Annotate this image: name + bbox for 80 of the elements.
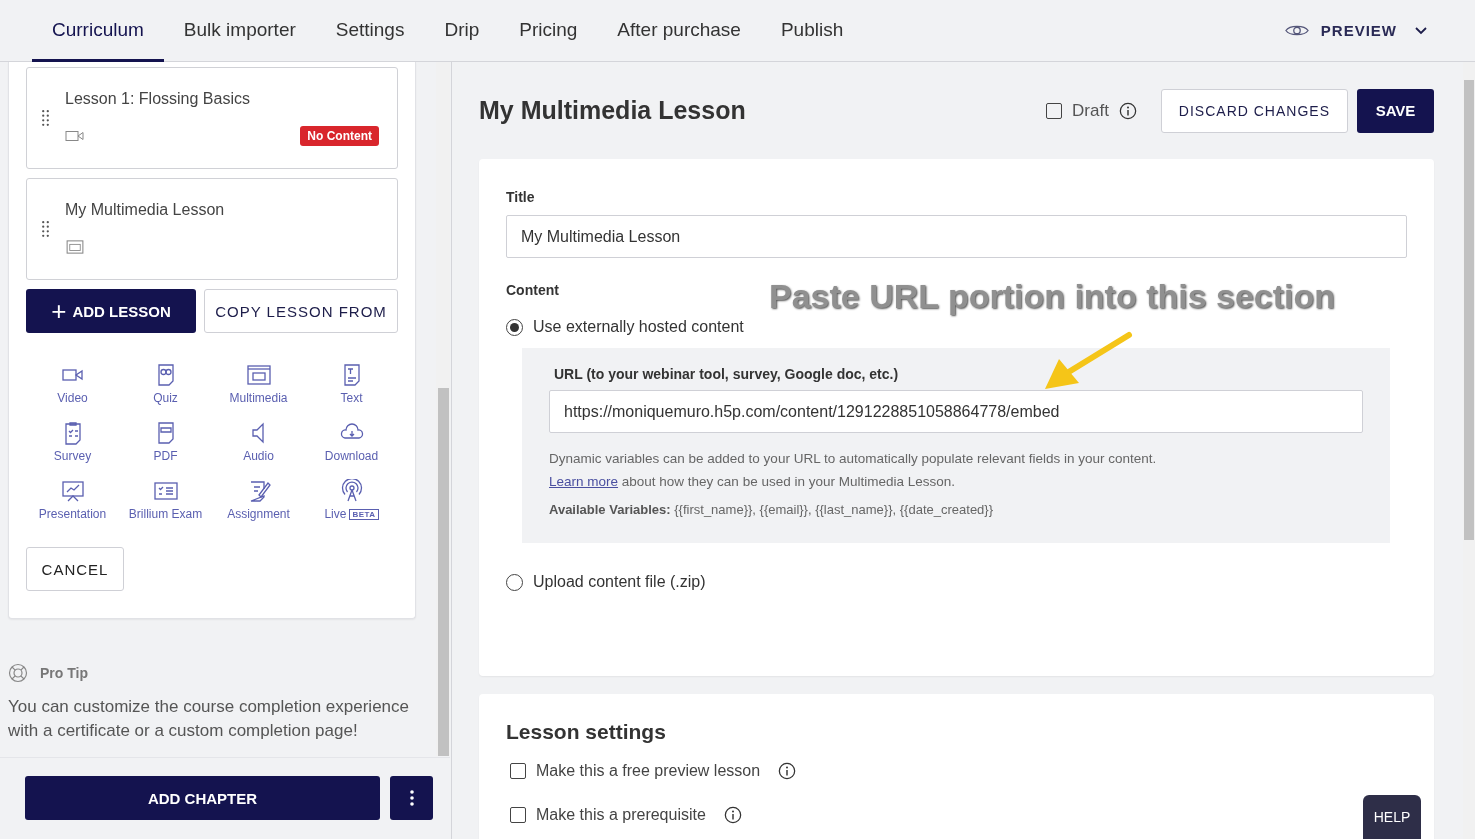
lesson-type-label: Video	[57, 391, 88, 405]
lesson-type-label: Assignment	[227, 507, 290, 521]
info-icon	[1118, 101, 1137, 120]
lesson-type-label: Quiz	[153, 391, 178, 405]
lesson-type-label: Text	[340, 391, 363, 405]
help-button[interactable]: HELP	[1363, 795, 1421, 839]
lifebuoy-icon	[8, 663, 28, 683]
learn-more-link[interactable]: Learn more	[549, 474, 619, 489]
vertical-dots-icon	[409, 790, 414, 806]
nav-tab[interactable]: Pricing	[499, 0, 598, 62]
lesson-type-option[interactable]: Download	[305, 421, 398, 463]
lesson-type-option[interactable]: Multimedia	[212, 363, 305, 405]
more-options-button[interactable]	[390, 776, 433, 820]
save-button[interactable]: SAVE	[1357, 88, 1434, 133]
nav-tab[interactable]: Drip	[424, 0, 500, 62]
nav-tab[interactable]: Settings	[315, 0, 425, 62]
lesson-type-option[interactable]: Live BETA	[305, 479, 398, 521]
lesson-type-label: Survey	[53, 449, 92, 463]
lesson-type-label: Presentation	[38, 507, 107, 521]
section-heading: Lesson settings	[506, 720, 667, 744]
checklist-icon	[152, 479, 179, 503]
drag-handle-icon[interactable]	[41, 221, 50, 237]
beta-tag: BETA	[349, 508, 379, 520]
lesson-type-label: Download	[324, 449, 379, 463]
lesson-type-option[interactable]: Audio	[212, 421, 305, 463]
field-label: URL (to your webinar tool, survey, Google doc, etc.)	[553, 366, 899, 382]
info-icon	[778, 762, 797, 780]
pro-tip-title: Pro Tip	[40, 665, 88, 681]
lesson-title: My Multimedia Lesson	[65, 200, 226, 219]
lesson-title: Lesson 1: Flossing Basics	[65, 89, 251, 108]
lesson-item[interactable]: My Multimedia Lesson	[26, 178, 398, 280]
video-camera-icon	[65, 129, 85, 143]
nav-tab[interactable]: Publish	[760, 0, 864, 62]
lesson-type-option[interactable]: Assignment	[212, 479, 305, 521]
lesson-type-option[interactable]: Text	[305, 363, 398, 405]
window-icon	[245, 363, 272, 387]
nav-tab[interactable]: Bulk importer	[163, 0, 316, 62]
drag-handle-icon[interactable]	[41, 110, 50, 126]
lesson-type-label: Multimedia	[229, 391, 288, 405]
status-badge: No Content	[300, 126, 379, 146]
lesson-type-option[interactable]: Survey	[26, 421, 119, 463]
add-chapter-button[interactable]: ADD CHAPTER	[25, 776, 381, 820]
radio-label: Upload content file (.zip)	[533, 573, 706, 591]
help-text: Dynamic variables can be added to your URL to automatically populate relevant fields in your content. Learn more about how they can be used in your Multimedia Lesson.	[549, 450, 1158, 491]
pro-tip-text: You can customize the course completion experience with a certificate or a custom completion page!	[8, 696, 410, 742]
chevron-down-icon	[1415, 26, 1427, 35]
copy-lesson-button[interactable]: COPY LESSON FROM	[204, 289, 398, 333]
discard-changes-button[interactable]: DISCARD CHANGES	[1160, 88, 1348, 133]
field-label: Title	[506, 189, 535, 205]
preview-button[interactable]: PREVIEW	[1276, 0, 1435, 61]
info-icon	[723, 806, 742, 824]
draft-checkbox[interactable]	[1046, 102, 1062, 119]
lesson-type-label: PDF	[153, 449, 178, 463]
lesson-type-option[interactable]: Video	[26, 363, 119, 405]
eye-icon	[1284, 23, 1309, 38]
lesson-type-option[interactable]: Quiz	[119, 363, 212, 405]
lesson-type-label: Audio	[243, 449, 274, 463]
variables-text: Available Variables: {{first_name}}, {{email}}, {{last_name}}, {{date_created}}	[549, 502, 995, 517]
setting-checkbox[interactable]	[510, 807, 526, 823]
lesson-item[interactable]: Lesson 1: Flossing Basics No Content	[26, 67, 398, 169]
url-input[interactable]: https://moniquemuro.h5p.com/content/1291228851058864778/embed	[549, 390, 1363, 433]
radio-label: Use externally hosted content	[533, 318, 744, 336]
window-icon	[65, 240, 85, 254]
annotation-text: Paste URL portion into this section	[769, 277, 1336, 316]
lesson-type-option[interactable]: PDF	[119, 421, 212, 463]
lesson-type-option[interactable]: Brillium Exam	[119, 479, 212, 521]
cancel-button[interactable]: CANCEL	[26, 547, 124, 591]
lesson-type-label: Brillium Exam	[128, 507, 203, 521]
field-label: Content	[506, 282, 559, 298]
presentation-board-icon	[59, 479, 86, 503]
title-input[interactable]: My Multimedia Lesson	[506, 215, 1407, 258]
draft-label: Draft	[1072, 100, 1109, 121]
setting-checkbox[interactable]	[510, 763, 526, 779]
setting-label: Make this a free preview lesson	[536, 762, 761, 780]
lesson-heading: My Multimedia Lesson	[479, 96, 747, 125]
nav-tab[interactable]: After purchase	[597, 0, 761, 62]
setting-label: Make this a prerequisite	[536, 806, 706, 824]
lesson-type-option[interactable]: Presentation	[26, 479, 119, 521]
lesson-type-label: Live	[324, 507, 347, 521]
add-lesson-button[interactable]: + ADD LESSON	[26, 289, 196, 333]
